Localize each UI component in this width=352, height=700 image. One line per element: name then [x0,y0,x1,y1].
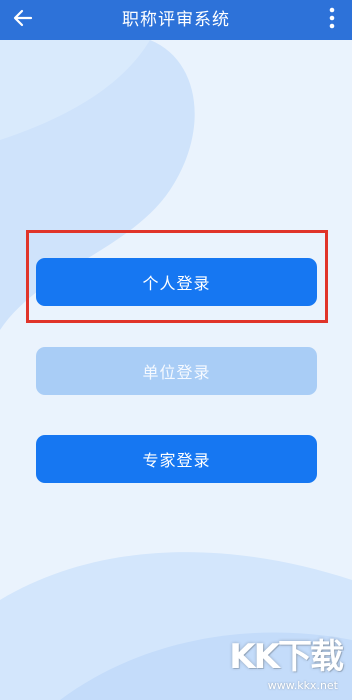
watermark: KK下载 www.kkx.net [222,630,344,692]
page-title: 职称评审系统 [122,10,230,30]
watermark-logo: KK下载 [229,637,344,677]
more-menu-button[interactable] [318,4,346,36]
app-header: 职称评审系统 [0,0,352,40]
expert-login-button[interactable]: 专家登录 [36,435,317,483]
watermark-url: www.kkx.net [267,679,338,692]
unit-login-button[interactable]: 单位登录 [36,347,317,395]
more-vertical-icon [329,7,335,33]
personal-login-button[interactable]: 个人登录 [36,258,317,306]
